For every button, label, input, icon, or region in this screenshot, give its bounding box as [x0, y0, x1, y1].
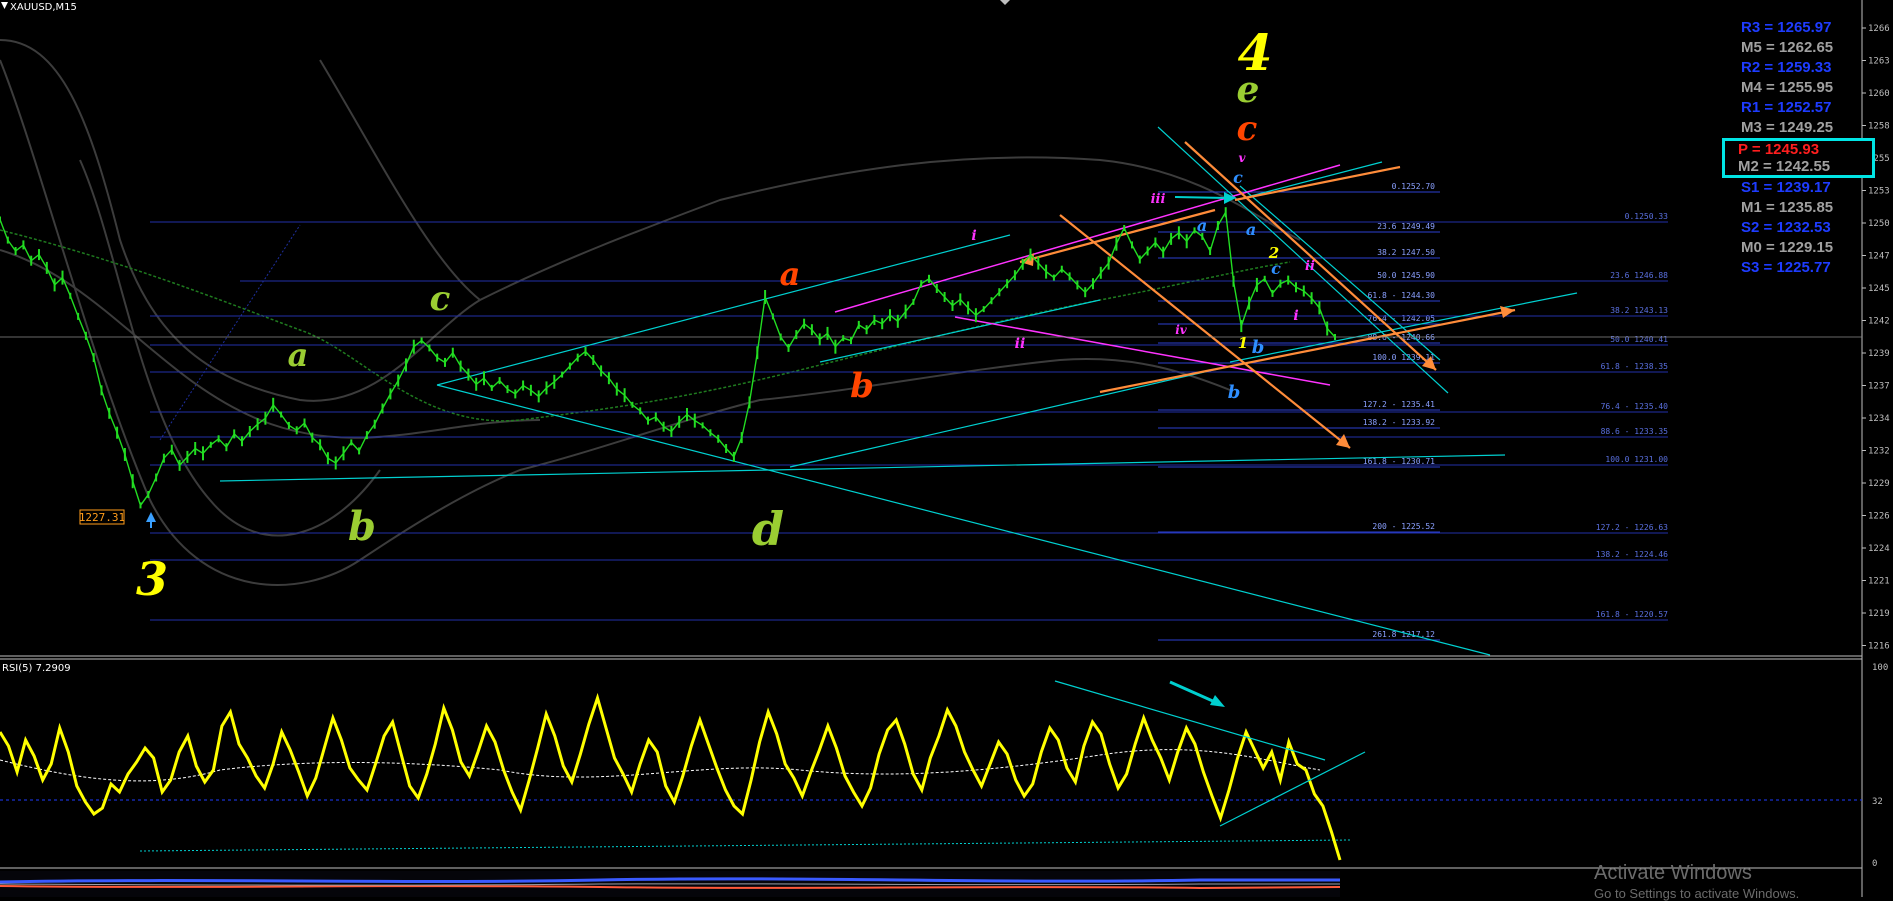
wave-label: 2: [1268, 244, 1279, 262]
pivot-level: R1 = 1252.57: [1741, 99, 1832, 116]
fib-level-label-far: 100.0 1231.00: [1605, 455, 1668, 464]
svg-text:100: 100: [1872, 663, 1888, 673]
wave-label: ii: [1015, 336, 1026, 352]
y-tick-label: 1234: [1868, 414, 1890, 424]
wave-label: a: [780, 255, 801, 293]
y-tick-label: 1221: [1868, 577, 1890, 587]
fib-level-label-far: 127.2 - 1226.63: [1596, 523, 1668, 532]
y-tick-label: 1226: [1868, 512, 1890, 522]
fib-level-label-far: 61.8 - 1238.35: [1601, 362, 1669, 371]
fib-level-label: 127.2 - 1235.41: [1363, 400, 1435, 409]
fib-level-label: 23.6 1249.49: [1377, 222, 1435, 231]
rsi-label: RSI(5) 7.2909: [2, 663, 71, 674]
fib-level-label-far: 0.1250.33: [1625, 212, 1669, 221]
y-tick-label: 1216: [1868, 642, 1890, 652]
fib-level-label-far: 23.6 1246.88: [1610, 271, 1668, 280]
pivot-level: M4 = 1255.95: [1741, 79, 1834, 96]
wave-label: ii: [1305, 259, 1315, 274]
pivot-level: S1 = 1239.17: [1741, 179, 1831, 196]
wave-label: 3: [136, 552, 168, 606]
y-tick-label: 1219: [1868, 609, 1890, 619]
wave-label: a: [288, 336, 309, 374]
wave-label: b: [850, 366, 874, 406]
activation-watermark: Activate Windows: [1594, 862, 1752, 884]
pivot-level-main: P = 1245.93: [1738, 141, 1820, 158]
symbol-label: XAUUSD,M15: [10, 2, 77, 13]
activation-watermark-sub: Go to Settings to activate Windows.: [1594, 886, 1800, 901]
y-tick-label: 1229: [1868, 479, 1890, 489]
fib-level-label-far: 88.6 - 1233.35: [1601, 427, 1669, 436]
wave-label: b: [1228, 382, 1241, 403]
wave-label: v: [1239, 151, 1247, 165]
svg-text:1227.31: 1227.31: [79, 511, 125, 524]
fib-level-label: 61.8 - 1244.30: [1368, 291, 1436, 300]
fib-level-label-far: 76.4 - 1235.40: [1601, 402, 1669, 411]
wave-label: a: [1197, 216, 1207, 235]
y-tick-label: 1232: [1868, 447, 1890, 457]
pivot-level: S2 = 1232.53: [1741, 219, 1831, 236]
pivot-level: M3 = 1249.25: [1741, 119, 1834, 136]
pivot-level: M1 = 1235.85: [1741, 199, 1834, 216]
fib-level-label: 261.8 1217.12: [1372, 630, 1435, 639]
pivot-level: R3 = 1265.97: [1741, 19, 1832, 36]
y-tick-label: 1237: [1868, 382, 1890, 392]
price-chart[interactable]: 0.1252.70 23.6 1249.49 38.2 1247.50 50.0 12…: [0, 0, 1893, 897]
wave-label: i: [971, 228, 976, 244]
bottom-strip: [0, 871, 1341, 897]
wave-label: d: [752, 502, 784, 556]
fib-level-label-far: 138.2 - 1224.46: [1596, 550, 1668, 559]
wave-label: b: [348, 503, 376, 550]
wave-label: i: [1293, 308, 1298, 324]
wave-label: iv: [1175, 323, 1188, 337]
wave-label: c: [1237, 109, 1258, 149]
y-tick-label: 1245: [1868, 284, 1890, 294]
svg-text:0: 0: [1872, 859, 1877, 869]
fib-level-label-far: 38.2 1243.13: [1610, 306, 1668, 315]
pivot-level: P = 1245.93 M2 = 1242.55: [1722, 138, 1875, 178]
wave-label: c: [1233, 168, 1243, 187]
pivot-level: M2 = 1242.55: [1738, 158, 1831, 175]
pivot-levels-panel: R3 = 1265.97 M5 = 1262.65 R2 = 1259.33 M4 =…: [1722, 18, 1875, 278]
pivot-level: R2 = 1259.33: [1741, 59, 1832, 76]
y-tick-label: 1239: [1868, 349, 1890, 359]
svg-text:32: 32: [1872, 797, 1883, 807]
pivot-level: M0 = 1229.15: [1741, 239, 1834, 256]
pivot-level: S3 = 1225.77: [1741, 259, 1831, 276]
fib-level-label: 138.2 - 1233.92: [1363, 418, 1435, 427]
pivot-level: M5 = 1262.65: [1741, 39, 1834, 56]
y-tick-label: 1242: [1868, 317, 1890, 327]
fib-level-label: 50.0 1245.90: [1377, 271, 1435, 280]
fib-level-label: 38.2 1247.50: [1377, 248, 1435, 257]
wave-label: a: [1246, 220, 1256, 239]
wave-label: iii: [1151, 192, 1166, 207]
fib-level-label: 0.1252.70: [1392, 182, 1436, 191]
wave-label: e: [1237, 69, 1260, 111]
wave-label: c: [430, 279, 451, 319]
wave-label: 1: [1238, 334, 1248, 352]
wave-label: b: [1252, 337, 1265, 358]
fib-level-label-far: 50.0 1240.41: [1610, 335, 1668, 344]
fib-level-label: 200 - 1225.52: [1372, 522, 1435, 531]
fib-level-label-far: 161.8 - 1220.57: [1596, 610, 1668, 619]
y-tick-label: 1224: [1868, 544, 1890, 554]
